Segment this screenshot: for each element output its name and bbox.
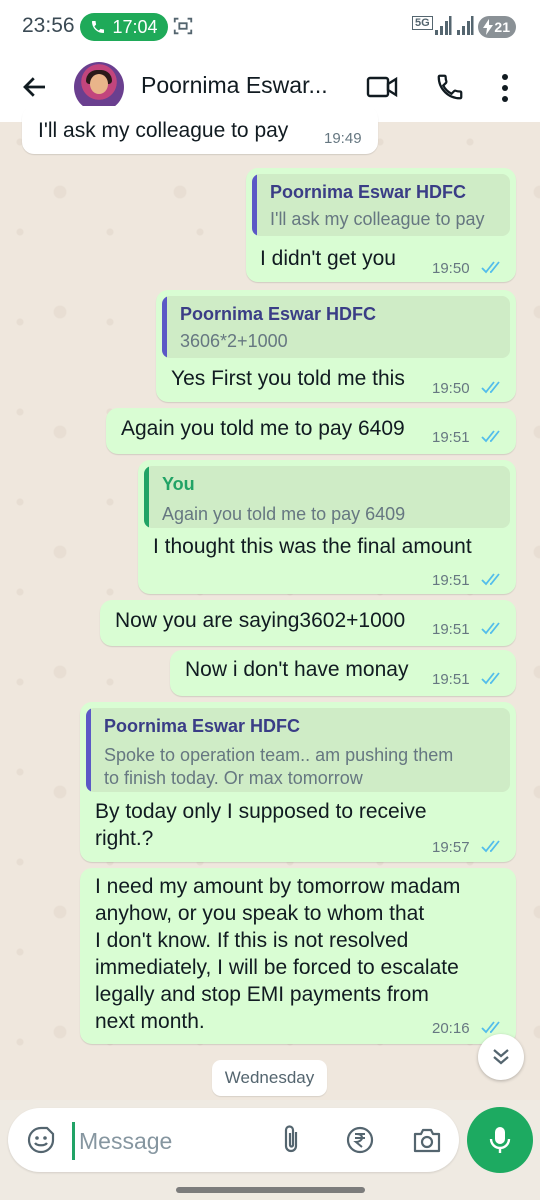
quoted-message[interactable]: Poornima Eswar HDFC Spoke to operation t… bbox=[86, 708, 510, 792]
call-duration: 17:04 bbox=[112, 16, 158, 37]
gesture-nav-bar[interactable] bbox=[176, 1187, 365, 1193]
outgoing-message[interactable]: Poornima Eswar HDFC 3606*2+1000 Yes Firs… bbox=[156, 290, 516, 402]
message-time: 19:57 bbox=[432, 839, 470, 856]
camera-icon[interactable] bbox=[412, 1126, 442, 1154]
video-call-icon[interactable] bbox=[366, 74, 398, 100]
ongoing-call-pill[interactable]: 17:04 bbox=[80, 13, 168, 41]
screen-record-icon bbox=[173, 17, 193, 35]
message-text: Now you are saying3602+1000 bbox=[115, 609, 406, 632]
phone-icon[interactable] bbox=[435, 72, 465, 102]
message-text-line: next month. bbox=[95, 1010, 205, 1033]
quote-author: Poornima Eswar HDFC bbox=[270, 182, 467, 202]
read-receipt-icon bbox=[481, 840, 500, 853]
message-text-line: right.? bbox=[95, 827, 154, 850]
quote-author: Poornima Eswar HDFC bbox=[104, 716, 301, 736]
message-time: 19:49 bbox=[324, 130, 362, 147]
quote-text: I'll ask my colleague to pay bbox=[270, 209, 485, 229]
message-time: 19:51 bbox=[432, 572, 470, 589]
outgoing-message[interactable]: Again you told me to pay 6409 19:51 bbox=[106, 408, 516, 454]
attach-icon[interactable] bbox=[280, 1124, 302, 1156]
outgoing-message[interactable]: You Again you told me to pay 6409 I thou… bbox=[138, 460, 516, 594]
contact-avatar[interactable] bbox=[74, 62, 124, 112]
message-time: 19:51 bbox=[432, 429, 470, 446]
signal-bars-icon bbox=[435, 16, 452, 35]
message-time: 19:51 bbox=[432, 621, 470, 638]
read-receipt-icon bbox=[481, 622, 500, 635]
message-time: 19:50 bbox=[432, 260, 470, 277]
read-receipt-icon bbox=[481, 1021, 500, 1034]
message-text-line: anyhow, or you speak to whom that bbox=[95, 902, 425, 925]
voice-message-button[interactable] bbox=[467, 1107, 533, 1173]
back-arrow-icon[interactable] bbox=[20, 72, 50, 102]
message-input[interactable] bbox=[72, 1122, 281, 1160]
read-receipt-icon bbox=[481, 381, 500, 394]
read-receipt-icon bbox=[481, 261, 500, 274]
quote-text: Again you told me to pay 6409 bbox=[162, 504, 406, 524]
status-bar: 23:56 17:04 5G 21 bbox=[0, 0, 540, 56]
quote-text-line: Spoke to operation team.. am pushing the… bbox=[104, 745, 454, 765]
message-text-line: By today only I supposed to receive bbox=[95, 800, 427, 823]
outgoing-message[interactable]: Poornima Eswar HDFC Spoke to operation t… bbox=[80, 702, 516, 862]
double-chevron-down-icon bbox=[493, 1049, 509, 1065]
call-icon bbox=[92, 21, 105, 33]
outgoing-message[interactable]: Now i don't have monay 19:51 bbox=[170, 650, 516, 696]
charging-bolt-icon bbox=[483, 19, 493, 35]
rupee-payment-icon[interactable] bbox=[345, 1125, 375, 1155]
message-text: I'll ask my colleague to pay bbox=[38, 119, 289, 142]
signal-bars-2-icon bbox=[457, 16, 474, 35]
read-receipt-icon bbox=[481, 430, 500, 443]
scroll-to-bottom-button[interactable] bbox=[478, 1034, 524, 1080]
message-composer bbox=[8, 1108, 459, 1172]
message-time: 20:16 bbox=[432, 1020, 470, 1037]
emoji-sticker-icon[interactable] bbox=[26, 1125, 56, 1155]
mic-icon bbox=[489, 1127, 511, 1153]
network-type-badge: 5G bbox=[412, 16, 433, 30]
contact-name[interactable]: Poornima Eswar... bbox=[141, 72, 341, 99]
quoted-message[interactable]: Poornima Eswar HDFC I'll ask my colleagu… bbox=[252, 174, 510, 236]
message-text: Again you told me to pay 6409 bbox=[121, 417, 405, 440]
message-time: 19:51 bbox=[432, 671, 470, 688]
message-text-line: I need my amount by tomorrow madam bbox=[95, 875, 461, 898]
quote-text-line: to finish today. Or max tomorrow bbox=[104, 768, 363, 788]
more-options-icon[interactable] bbox=[500, 72, 510, 104]
message-text: Now i don't have monay bbox=[185, 658, 409, 681]
outgoing-message[interactable]: Poornima Eswar HDFC I'll ask my colleagu… bbox=[246, 168, 516, 282]
quoted-message[interactable]: You Again you told me to pay 6409 bbox=[144, 466, 510, 528]
date-separator: Wednesday bbox=[212, 1060, 327, 1096]
quote-text: 3606*2+1000 bbox=[180, 331, 288, 351]
status-time: 23:56 bbox=[22, 14, 75, 37]
message-text: Yes First you told me this bbox=[171, 367, 405, 390]
read-receipt-icon bbox=[481, 672, 500, 685]
outgoing-message[interactable]: I need my amount by tomorrow madam anyho… bbox=[80, 868, 516, 1044]
battery-level: 21 bbox=[494, 19, 510, 35]
message-text-line: legally and stop EMI payments from bbox=[95, 983, 429, 1006]
quote-author: You bbox=[162, 474, 195, 494]
read-receipt-icon bbox=[481, 573, 500, 586]
outgoing-message[interactable]: Now you are saying3602+1000 19:51 bbox=[100, 600, 516, 646]
quote-author: Poornima Eswar HDFC bbox=[180, 304, 377, 324]
message-time: 19:50 bbox=[432, 380, 470, 397]
message-text-line: immediately, I will be forced to escalat… bbox=[95, 956, 459, 979]
incoming-message[interactable]: I'll ask my colleague to pay 19:49 bbox=[22, 106, 378, 154]
battery-indicator: 21 bbox=[478, 16, 516, 38]
message-text: I thought this was the final amount bbox=[153, 535, 472, 558]
quoted-message[interactable]: Poornima Eswar HDFC 3606*2+1000 bbox=[162, 296, 510, 358]
message-text: I didn't get you bbox=[260, 247, 396, 270]
message-text-line: I don't know. If this is not resolved bbox=[95, 929, 409, 952]
